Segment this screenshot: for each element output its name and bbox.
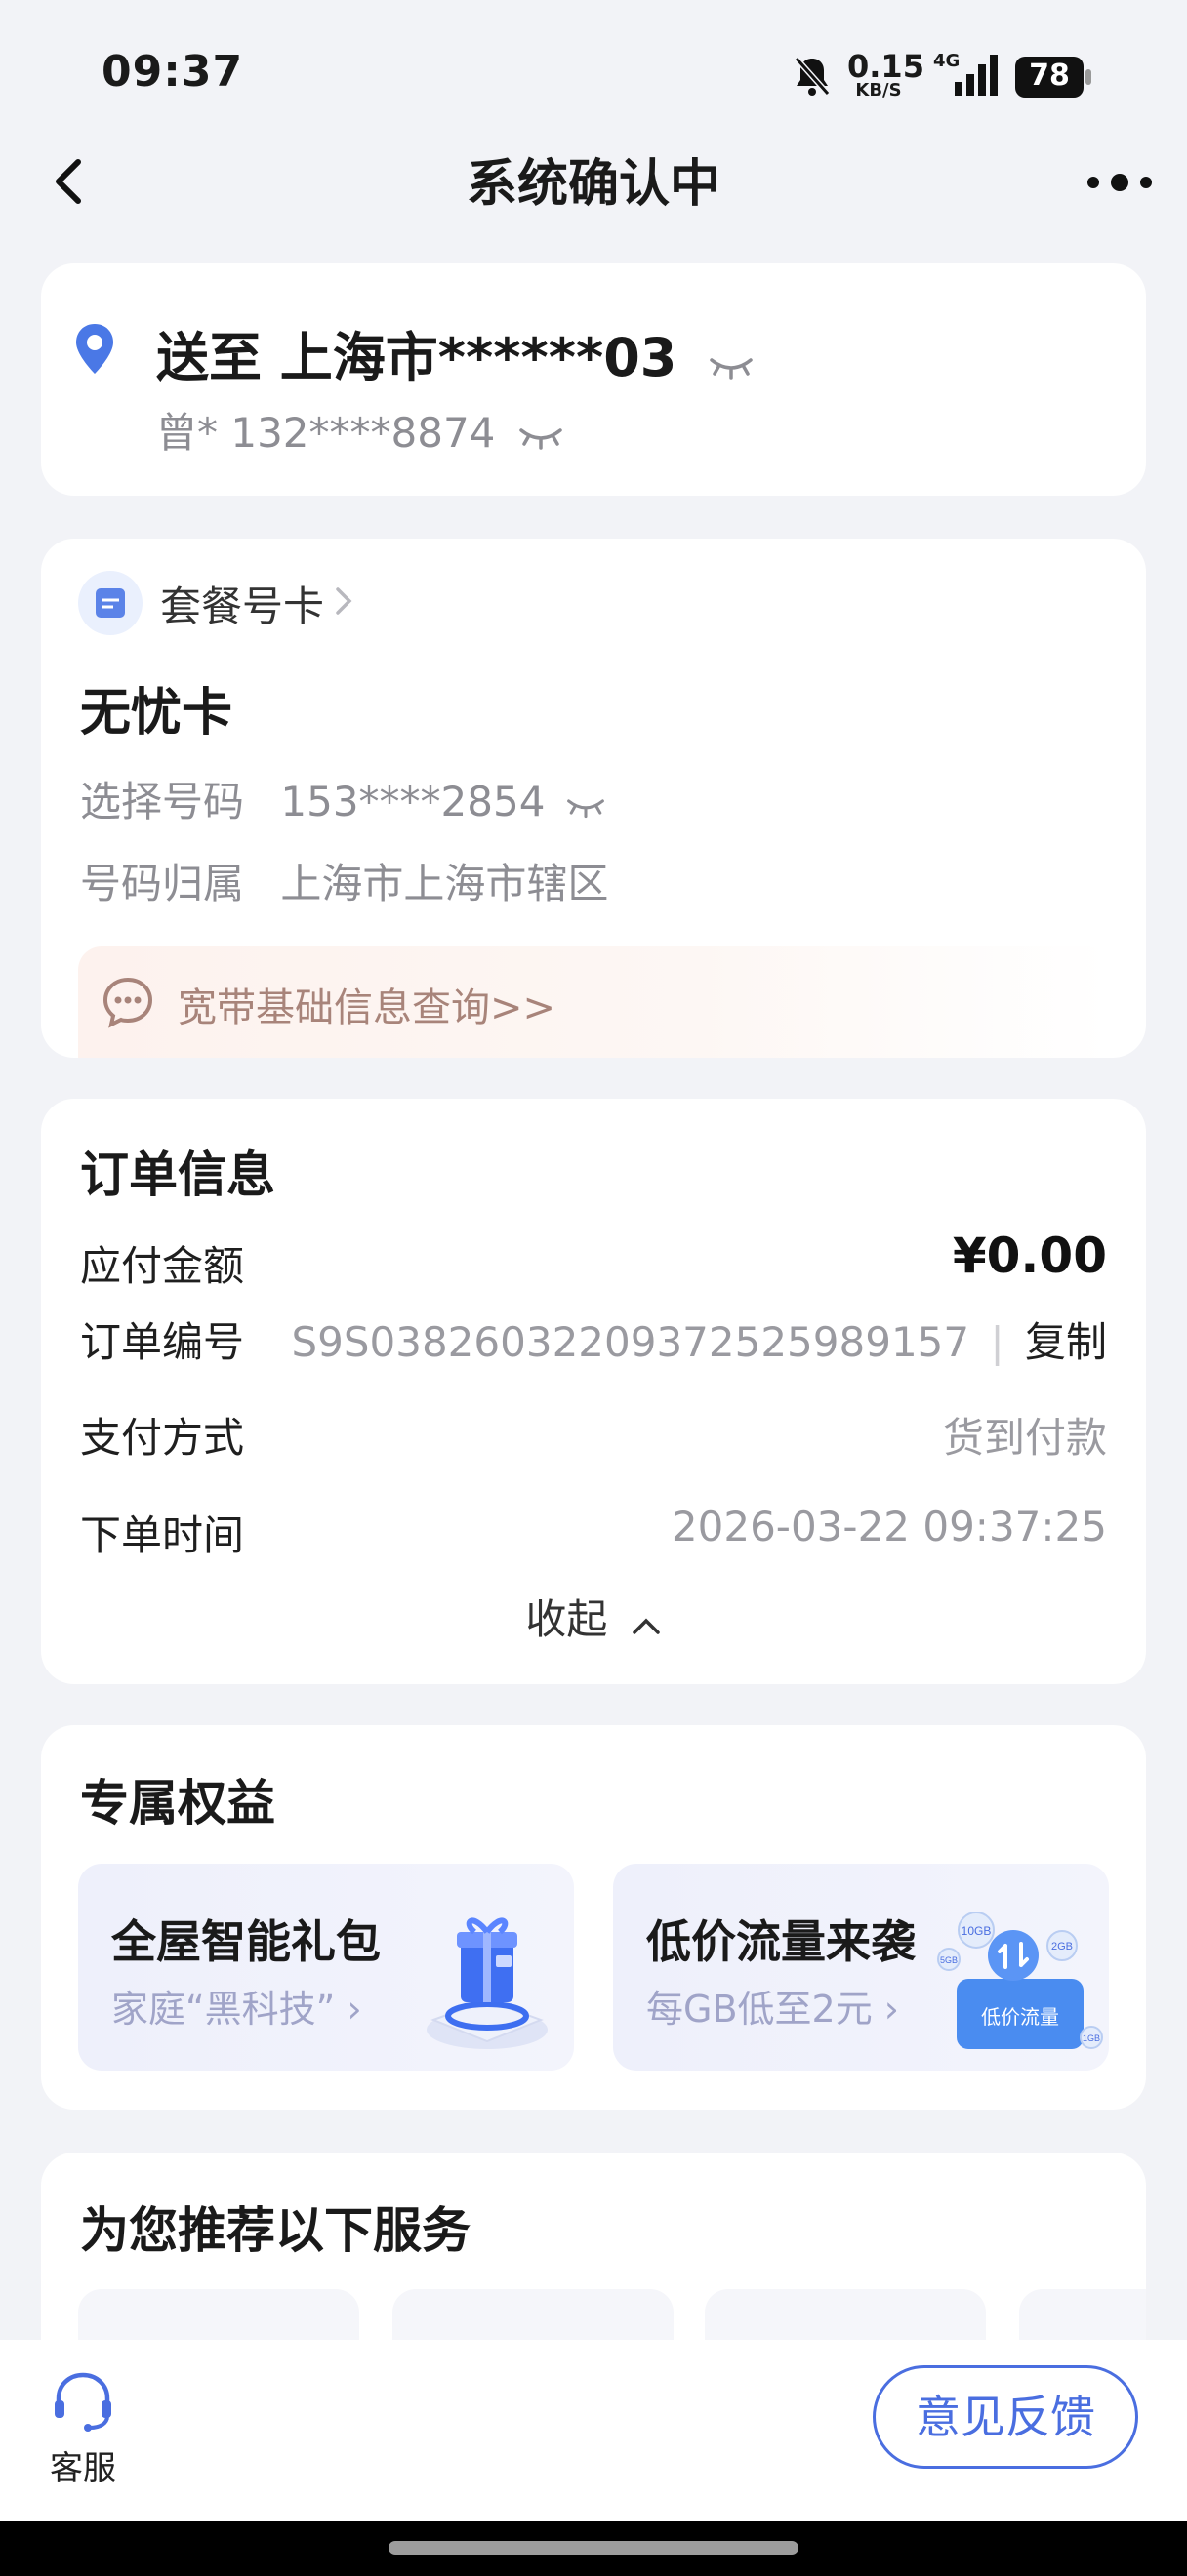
contact-info: 曾* 132****8874: [156, 409, 496, 457]
benefit-title: 低价流量来袭: [646, 1915, 916, 1968]
order-heading: 订单信息: [80, 1147, 275, 1203]
data-traffic-icon: 10GB 2GB 5GB 1GB 低价流量: [935, 1891, 1111, 2067]
net-speed-unit: KB/S: [855, 80, 902, 101]
network-type: 4G: [933, 51, 961, 71]
number-value: 153****2854: [280, 778, 546, 825]
cellular-signal-icon: 4G: [925, 51, 1000, 98]
copy-button[interactable]: 复制: [1025, 1318, 1107, 1366]
home-indicator-bar[interactable]: [389, 2541, 798, 2555]
plan-name: 无忧卡: [80, 684, 233, 743]
collapse-label: 收起: [525, 1595, 608, 1643]
customer-service-label: 客服: [50, 2449, 116, 2488]
net-speed-value: 0.15: [847, 48, 924, 85]
broadband-query-banner[interactable]: 宽带基础信息查询>>: [78, 946, 1111, 1058]
benefit-subtitle: 家庭“黑科技” ›: [111, 1988, 362, 2031]
net-speed: 0.15 KB/S: [847, 48, 924, 101]
feedback-button[interactable]: 意见反馈: [873, 2365, 1138, 2469]
battery-icon: 78: [1015, 57, 1093, 98]
bottom-bar: 客服 意见反馈: [0, 2340, 1187, 2521]
bubble-label: 1GB: [1083, 2033, 1100, 2043]
more-options-button[interactable]: [1085, 168, 1154, 197]
bubble-label: 5GB: [940, 1955, 958, 1965]
benefit-subtitle: 每GB低至2元 ›: [646, 1988, 899, 2031]
closed-eye-icon[interactable]: [709, 331, 754, 392]
benefit-smart-home[interactable]: 全屋智能礼包 家庭“黑科技” ›: [78, 1864, 574, 2071]
number-label: 选择号码: [80, 778, 245, 825]
status-time: 09:37: [102, 47, 244, 97]
gift-box-icon: [414, 1893, 560, 2059]
bubble-label: 10GB: [962, 1924, 992, 1938]
location-pin-icon: [72, 322, 117, 377]
benefit-title: 全屋智能礼包: [111, 1915, 381, 1968]
page-title: 系统确认中: [466, 155, 720, 214]
benefit-cheap-data[interactable]: 低价流量来袭 每GB低至2元 › 10GB 2GB 5GB 1GB 低价流量: [613, 1864, 1109, 2071]
time-value: 2026-03-22 09:37:25: [671, 1503, 1107, 1550]
chevron-up-icon: [631, 1598, 662, 1646]
amount-value: ¥0.00: [952, 1228, 1107, 1284]
headset-icon: [49, 2367, 117, 2435]
closed-eye-icon[interactable]: [566, 781, 605, 828]
time-label: 下单时间: [80, 1511, 245, 1559]
plan-category: 套餐号卡: [160, 582, 325, 630]
customer-service-button[interactable]: 客服: [39, 2367, 127, 2488]
region-label: 号码归属: [80, 860, 245, 907]
order-no-label: 订单编号: [80, 1318, 245, 1366]
pay-label: 支付方式: [80, 1414, 245, 1462]
badge-text: 低价流量: [981, 2005, 1059, 2029]
order-no-value: S9S038260322093725259891​57: [291, 1318, 970, 1366]
plan-card: 套餐号卡 无忧卡 选择号码 153****2854 号码归属 上海市上海市辖区 …: [41, 539, 1146, 1058]
order-info-card: 订单信息 应付金额 ¥0.00 订单编号 S9S0382603220937252…: [41, 1099, 1146, 1684]
sim-card-icon: [78, 571, 143, 635]
closed-eye-icon[interactable]: [518, 412, 563, 460]
divider: |: [990, 1318, 1004, 1366]
pay-value: 货到付款: [942, 1414, 1107, 1462]
address-card[interactable]: 送至 上海市******03 曾* 132****8874: [41, 263, 1146, 496]
broadband-query-link[interactable]: 宽带基础信息查询>>: [178, 976, 555, 1032]
home-indicator: [0, 2521, 1187, 2576]
chat-bubble-icon: [102, 976, 154, 1032]
collapse-button[interactable]: 收起: [41, 1587, 1146, 1646]
mute-bell-icon: [793, 55, 832, 98]
chevron-right-icon: [334, 582, 353, 624]
amount-label: 应付金额: [80, 1242, 245, 1290]
battery-level: 78: [1029, 59, 1070, 93]
recommend-heading: 为您推荐以下服务: [80, 2202, 471, 2259]
plan-category-link[interactable]: 套餐号卡: [78, 570, 353, 636]
benefits-heading: 专属权益: [80, 1775, 275, 1831]
bubble-label: 2GB: [1051, 1941, 1073, 1952]
address-line: 送至 上海市******03: [156, 327, 677, 388]
region-value: 上海市上海市辖区: [280, 860, 609, 907]
